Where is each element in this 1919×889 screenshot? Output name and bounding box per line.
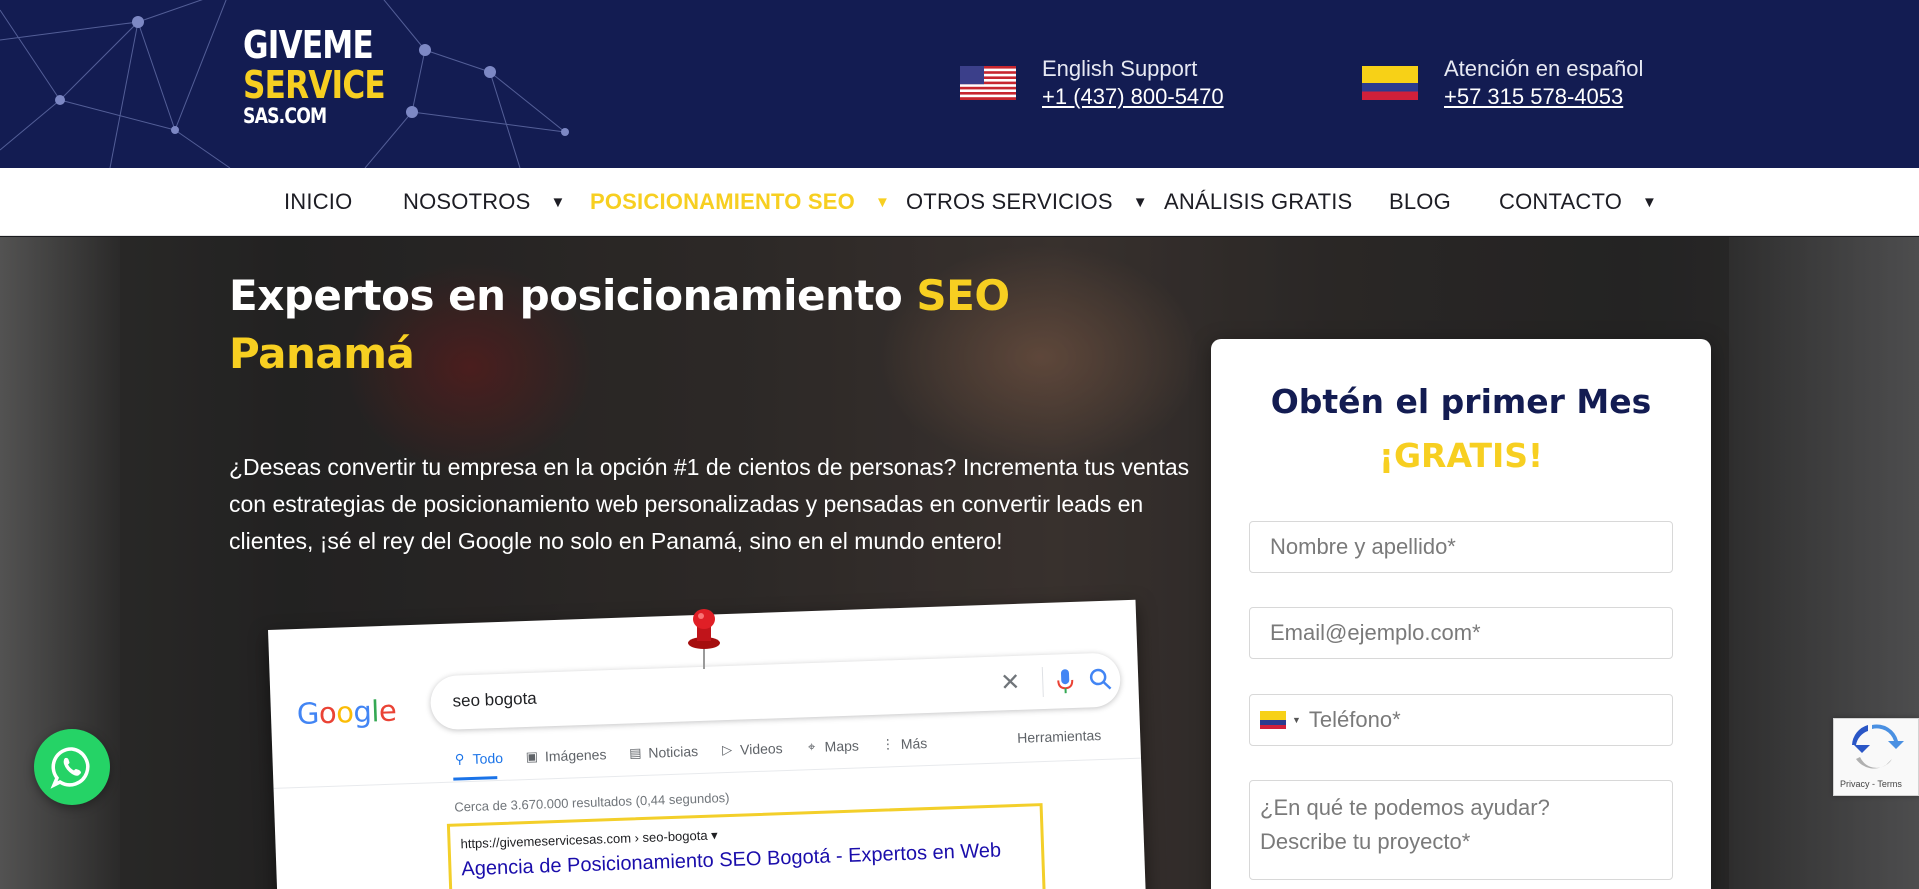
google-divider [273, 757, 1142, 789]
google-search-box: seo bogota ✕ [429, 652, 1122, 731]
spanish-phone-link[interactable]: +57 315 578-4053 [1444, 83, 1643, 111]
site-logo[interactable]: GIVEME SERVICE SAS.COM [243, 26, 416, 127]
whatsapp-icon [50, 747, 90, 789]
search-divider [1041, 666, 1044, 698]
microphone-icon [1057, 669, 1074, 694]
google-query: seo bogota [452, 688, 538, 711]
nav-otros-servicios[interactable]: OTROS SERVICIOS ▼ [906, 168, 1148, 236]
form-title: Obtén el primer Mes ¡GRATIS! [1211, 375, 1711, 483]
close-icon: ✕ [999, 668, 1021, 697]
google-result-stats: Cerca de 3.670.000 resultados (0,44 segu… [454, 790, 730, 815]
english-support-label: English Support [1042, 56, 1198, 81]
chevron-down-icon: ▼ [1292, 715, 1301, 725]
hero-description: ¿Deseas convertir tu empresa en la opció… [229, 454, 1190, 554]
more-icon: ⋮ [881, 736, 895, 752]
main-nav: INICIO NOSOTROS ▼ POSICIONAMIENTO SEO ▼ … [0, 168, 1919, 236]
google-tools: Herramientas [1016, 726, 1102, 746]
image-icon: ▣ [525, 748, 539, 765]
google-tabs: ⚲ Todo ▣ Imágenes ▤ Noticias ▷ Videos ⌖ Maps … [452, 735, 928, 768]
hero-title-highlight-panama: Panamá [229, 329, 415, 378]
tab-label: Maps [824, 737, 860, 755]
chevron-down-icon: ▼ [1642, 193, 1658, 211]
hero-title-text: Expertos en posicionamiento [229, 271, 917, 320]
us-flag-icon [960, 66, 1016, 100]
chevron-down-icon: ▼ [875, 193, 891, 211]
top-header: GIVEME SERVICE SAS.COM English Support +… [0, 0, 1919, 168]
tab-label: Videos [739, 740, 783, 758]
lead-form-card: Obtén el primer Mes ¡GRATIS! Nombre y ap… [1211, 339, 1711, 889]
form-title-text: Obtén el primer Mes [1270, 382, 1652, 421]
nav-posicionamiento-seo[interactable]: POSICIONAMIENTO SEO ▼ [590, 168, 890, 236]
nav-label: OTROS SERVICIOS [906, 189, 1113, 214]
tab-label: Todo [472, 749, 504, 767]
tab-label: Más [900, 735, 928, 752]
colombia-flag-icon [1362, 66, 1418, 100]
recaptcha-icon [1852, 724, 1904, 769]
nav-contacto[interactable]: CONTACTO ▼ [1499, 168, 1657, 236]
chevron-down-icon: ▼ [1132, 193, 1148, 211]
google-tab-noticias: ▤ Noticias [628, 743, 698, 761]
form-title-highlight: ¡GRATIS! [1378, 436, 1544, 475]
tab-label: Noticias [648, 743, 699, 761]
hero-section: Expertos en posicionamiento SEO Panamá ¿… [0, 237, 1919, 889]
google-tab-mas: ⋮ Más [881, 735, 928, 753]
map-pin-icon: ⌖ [807, 738, 816, 755]
google-tab-imagenes: ▣ Imágenes [525, 746, 607, 765]
search-icon [1089, 668, 1112, 690]
phone-field[interactable]: ▼ Teléfono* [1249, 694, 1673, 746]
tab-label: Imágenes [544, 746, 607, 765]
nav-label: INICIO [284, 189, 353, 214]
nav-analisis-gratis[interactable]: ANÁLISIS GRATIS [1164, 168, 1352, 236]
hero-title: Expertos en posicionamiento SEO Panamá [229, 267, 1029, 383]
google-tab-todo: ⚲ Todo [452, 749, 504, 768]
english-support: English Support +1 (437) 800-5470 [960, 55, 1224, 111]
search-icon: ⚲ [454, 751, 465, 767]
recaptcha-links[interactable]: Privacy - Terms [1840, 779, 1902, 789]
message-placeholder-line2: Describe tu proyecto* [1260, 829, 1471, 854]
nav-inicio[interactable]: INICIO [284, 168, 352, 236]
email-placeholder: Email@ejemplo.com* [1270, 620, 1481, 645]
nav-label: CONTACTO [1499, 189, 1623, 214]
nav-label: ANÁLISIS GRATIS [1164, 189, 1353, 214]
english-phone-link[interactable]: +1 (437) 800-5470 [1042, 83, 1224, 111]
push-pin-icon [688, 609, 720, 669]
recaptcha-badge[interactable]: Privacy - Terms [1833, 718, 1919, 796]
video-icon: ▷ [721, 741, 733, 758]
hero-title-highlight-seo: SEO [916, 271, 1010, 320]
nav-label: NOSOTROS [403, 189, 531, 214]
chevron-down-icon: ▼ [550, 193, 566, 211]
name-placeholder: Nombre y apellido* [1270, 534, 1456, 559]
message-placeholder-line1: ¿En qué te podemos ayudar? [1260, 795, 1550, 820]
nav-label: POSICIONAMIENTO SEO [590, 189, 855, 214]
news-icon: ▤ [628, 745, 642, 761]
spanish-support-label: Atención en español [1444, 56, 1644, 81]
logo-line3: SAS.COM [243, 104, 327, 128]
google-logo: Google [296, 693, 397, 732]
highlighted-search-result: https://givemeservicesas.com › seo-bogot… [446, 803, 1047, 889]
nav-nosotros[interactable]: NOSOTROS ▼ [403, 168, 566, 236]
logo-line2: SERVICE [243, 63, 386, 107]
message-placeholder: ¿En qué te podemos ayudar? Describe tu p… [1260, 791, 1550, 859]
spanish-support: Atención en español +57 315 578-4053 [1362, 55, 1643, 111]
message-field[interactable]: ¿En qué te podemos ayudar? Describe tu p… [1249, 780, 1673, 880]
whatsapp-button[interactable] [34, 729, 110, 805]
name-field[interactable]: Nombre y apellido* [1249, 521, 1673, 573]
email-field[interactable]: Email@ejemplo.com* [1249, 607, 1673, 659]
logo-line1: GIVEME [243, 23, 374, 67]
nav-label: BLOG [1389, 189, 1451, 214]
google-tab-videos: ▷ Videos [720, 740, 783, 758]
phone-placeholder: Teléfono* [1308, 707, 1401, 732]
nav-blog[interactable]: BLOG [1389, 168, 1451, 236]
google-tab-maps: ⌖ Maps [804, 737, 859, 755]
colombia-flag-icon[interactable] [1260, 711, 1286, 729]
